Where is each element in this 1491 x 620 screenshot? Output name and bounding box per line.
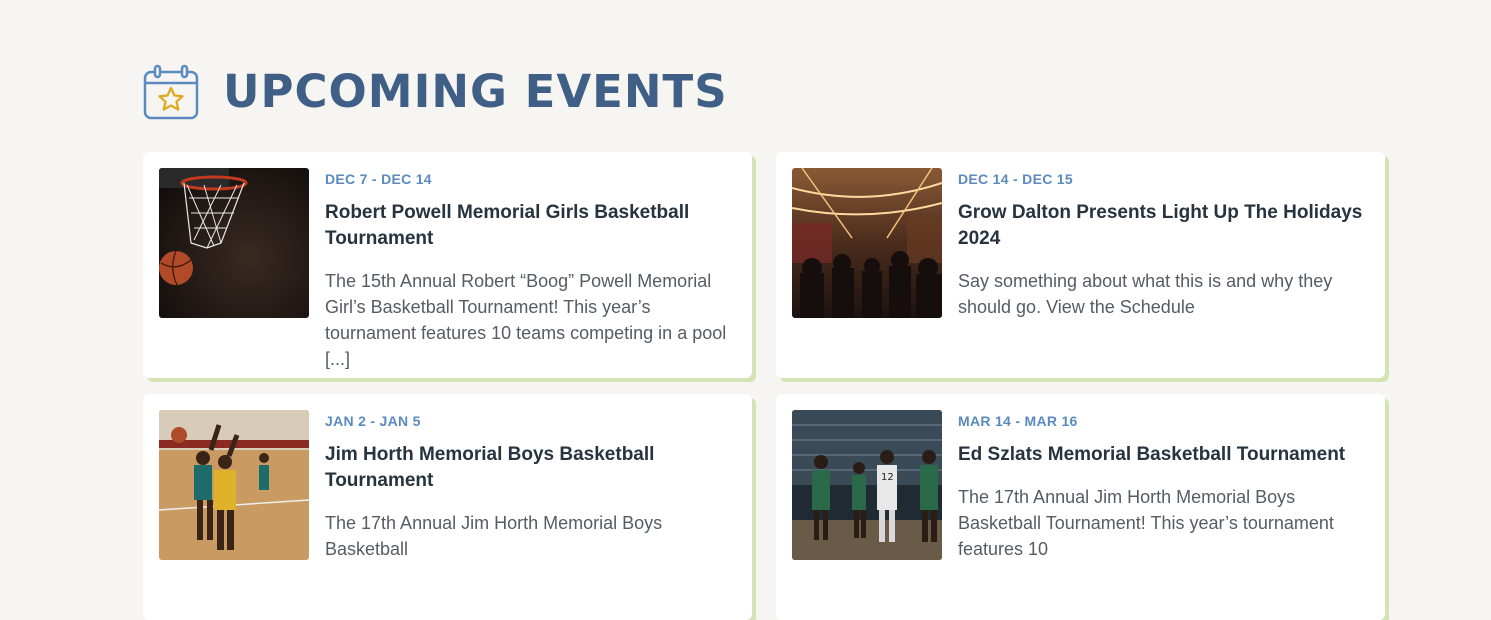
event-description: Say something about what this is and why… xyxy=(958,271,1333,317)
event-description: The 15th Annual Robert “Boog” Powell Mem… xyxy=(325,271,727,369)
basketball-game-crowd-photo[interactable]: 12 xyxy=(792,410,942,560)
svg-text:12: 12 xyxy=(881,472,894,483)
event-date: MAR 14 - MAR 16 xyxy=(958,413,1078,429)
event-title[interactable]: Ed Szlats Memorial Basketball Tournament xyxy=(958,442,1368,468)
event-title[interactable]: Grow Dalton Presents Light Up The Holida… xyxy=(958,200,1368,252)
calendar-star-icon xyxy=(143,64,199,120)
section-title: UPCOMING EVENTS xyxy=(223,65,728,118)
event-card[interactable]: 12 MAR 14 - MAR 16 Ed Szlats Memorial Ba… xyxy=(776,394,1385,620)
event-date: DEC 7 - DEC 14 xyxy=(325,171,432,187)
event-title[interactable]: Robert Powell Memorial Girls Basketball … xyxy=(325,200,735,252)
boys-basketball-game-photo[interactable] xyxy=(159,410,309,560)
event-title[interactable]: Jim Horth Memorial Boys Basketball Tourn… xyxy=(325,442,735,494)
event-description: The 17th Annual Jim Horth Memorial Boys … xyxy=(325,513,663,559)
basketball-hoop-photo[interactable] xyxy=(159,168,309,318)
event-date: JAN 2 - JAN 5 xyxy=(325,413,421,429)
event-card[interactable]: JAN 2 - JAN 5 Jim Horth Memorial Boys Ba… xyxy=(143,394,752,620)
event-description: The 17th Annual Jim Horth Memorial Boys … xyxy=(958,487,1334,559)
event-card[interactable]: DEC 7 - DEC 14 Robert Powell Memorial Gi… xyxy=(143,152,752,378)
event-date: DEC 14 - DEC 15 xyxy=(958,171,1073,187)
holiday-lights-crowd-photo[interactable] xyxy=(792,168,942,318)
event-card[interactable]: DEC 14 - DEC 15 Grow Dalton Presents Lig… xyxy=(776,152,1385,378)
section-header: UPCOMING EVENTS xyxy=(143,64,728,120)
